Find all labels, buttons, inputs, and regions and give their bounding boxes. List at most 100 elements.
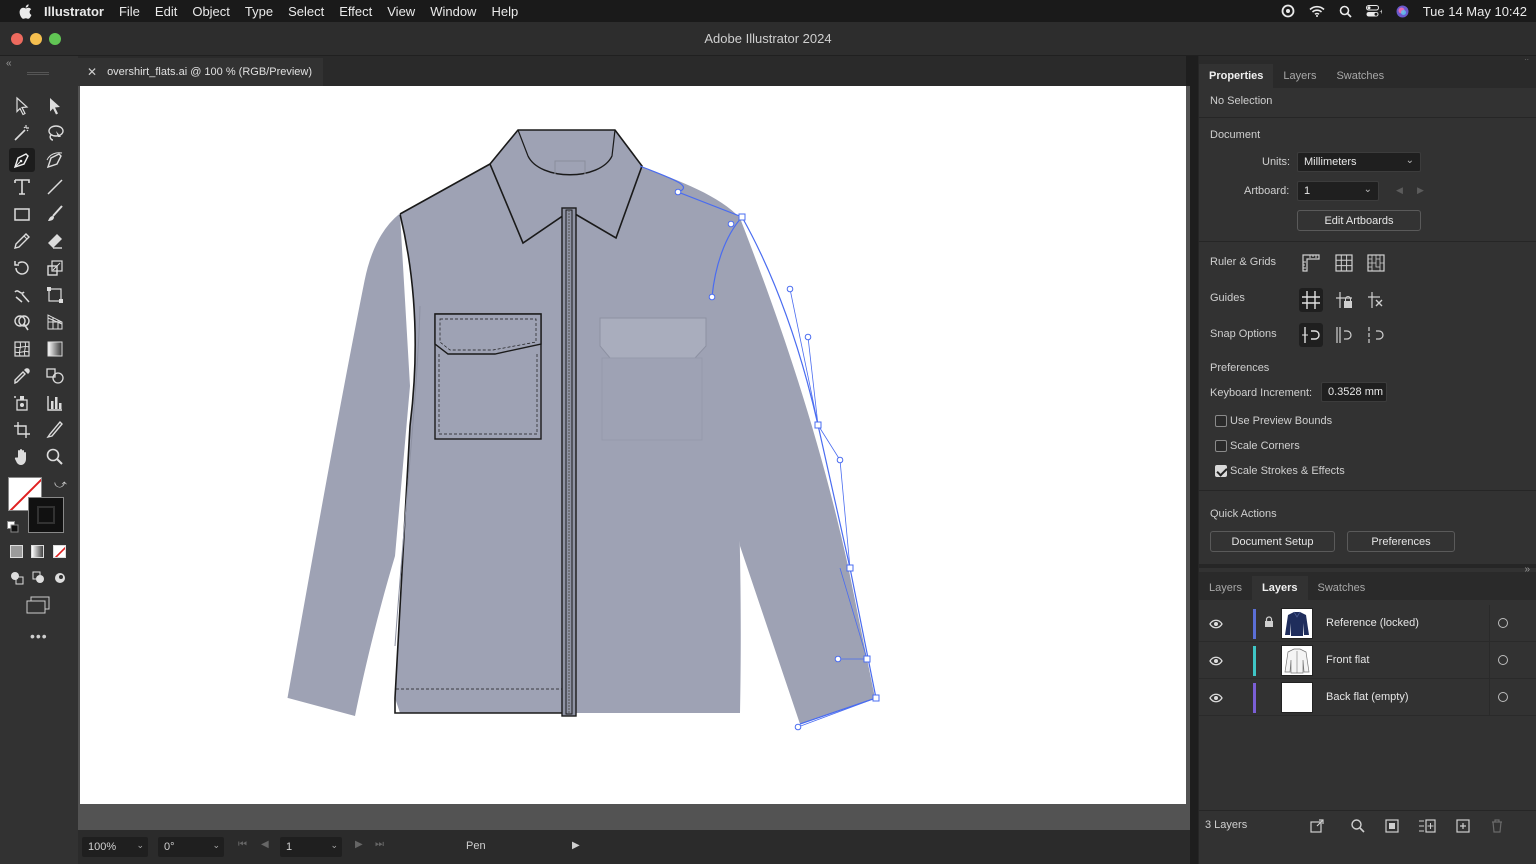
gradient-tool[interactable]: [42, 337, 68, 361]
ruler-icon[interactable]: [1301, 253, 1321, 278]
close-tab-icon[interactable]: ✕: [87, 65, 97, 79]
new-sublayer-icon[interactable]: [1418, 818, 1436, 839]
layer-row[interactable]: Back flat (empty): [1199, 679, 1536, 716]
maximize-window-button[interactable]: [49, 33, 61, 45]
new-layer-icon[interactable]: [1455, 818, 1471, 839]
spotlight-search-icon[interactable]: [1339, 5, 1352, 18]
previous-artboard-icon[interactable]: ◀: [261, 839, 269, 850]
visibility-eye-icon[interactable]: [1209, 690, 1223, 708]
color-mode-icon[interactable]: [10, 545, 23, 558]
shirt-flat[interactable]: [287, 129, 875, 724]
menu-view[interactable]: View: [387, 4, 415, 19]
target-circle-icon[interactable]: [1498, 692, 1508, 702]
menu-file[interactable]: File: [119, 4, 140, 19]
next-artboard-icon[interactable]: ▶: [355, 839, 363, 850]
rotation-field[interactable]: 0° ⌄: [158, 837, 224, 857]
eyedropper-tool[interactable]: [9, 364, 35, 388]
none-mode-icon[interactable]: [53, 545, 66, 558]
preferences-button[interactable]: Preferences: [1347, 531, 1455, 552]
edit-artboards-button[interactable]: Edit Artboards: [1297, 210, 1421, 231]
artboard[interactable]: [80, 86, 1186, 804]
pencil-tool[interactable]: [9, 229, 35, 253]
gradient-mode-icon[interactable]: [31, 545, 44, 558]
collapse-panel-icon[interactable]: «: [6, 58, 12, 69]
selection-tool[interactable]: [9, 94, 35, 118]
clipping-mask-icon[interactable]: [1384, 818, 1400, 839]
snap-to-point-icon[interactable]: [1299, 323, 1323, 347]
scale-corners-checkbox[interactable]: [1215, 440, 1227, 452]
curvature-tool[interactable]: [42, 148, 68, 172]
visibility-eye-icon[interactable]: [1209, 616, 1223, 634]
symbol-sprayer-tool[interactable]: [9, 391, 35, 415]
draw-inside-icon[interactable]: [53, 571, 67, 590]
paintbrush-tool[interactable]: [42, 202, 68, 226]
blend-tool[interactable]: [42, 364, 68, 388]
menu-app-name[interactable]: Illustrator: [44, 4, 104, 19]
creative-cloud-icon[interactable]: [1281, 4, 1295, 18]
close-window-button[interactable]: [11, 33, 23, 45]
last-artboard-icon[interactable]: ⏭: [375, 839, 384, 850]
tab-layers-secondary[interactable]: Layers: [1199, 576, 1252, 600]
previous-artboard-arrow-icon[interactable]: ◀: [1396, 185, 1403, 196]
layer-name[interactable]: Back flat (empty): [1326, 691, 1409, 703]
lock-guides-icon[interactable]: [1334, 290, 1354, 315]
document-setup-button[interactable]: Document Setup: [1210, 531, 1335, 552]
artboard-tool[interactable]: [9, 418, 35, 442]
lock-icon[interactable]: [1264, 615, 1274, 633]
snap-to-grid-icon[interactable]: [1334, 325, 1354, 350]
direct-selection-tool[interactable]: [42, 94, 68, 118]
document-tab[interactable]: ✕ overshirt_flats.ai @ 100 % (RGB/Previe…: [78, 58, 323, 86]
tab-layers-active[interactable]: Layers: [1252, 576, 1308, 600]
transparency-grid-icon[interactable]: [1366, 253, 1386, 278]
stroke-swatch[interactable]: [28, 497, 64, 533]
scale-strokes-checkbox[interactable]: [1215, 465, 1227, 477]
search-icon[interactable]: [1350, 818, 1366, 839]
siri-icon[interactable]: [1396, 5, 1409, 18]
layer-row[interactable]: Front flat: [1199, 642, 1536, 679]
layer-name[interactable]: Reference (locked): [1326, 617, 1419, 629]
show-guides-icon[interactable]: [1299, 288, 1323, 312]
menu-object[interactable]: Object: [192, 4, 230, 19]
scale-tool[interactable]: [42, 256, 68, 280]
swap-fill-stroke-icon[interactable]: ⤻: [54, 477, 67, 492]
column-graph-tool[interactable]: [42, 391, 68, 415]
eraser-tool[interactable]: [42, 229, 68, 253]
rotate-tool[interactable]: [9, 256, 35, 280]
tab-swatches[interactable]: Swatches: [1326, 64, 1394, 88]
menu-edit[interactable]: Edit: [155, 4, 177, 19]
hand-tool[interactable]: [9, 445, 35, 469]
smart-guides-icon[interactable]: [1366, 290, 1386, 315]
minimize-window-button[interactable]: [30, 33, 42, 45]
units-select[interactable]: Millimeters ⌄: [1297, 152, 1421, 172]
zoom-field[interactable]: 100% ⌄: [82, 837, 148, 857]
grid-icon[interactable]: [1334, 253, 1354, 278]
more-tools-icon[interactable]: •••: [30, 628, 48, 644]
mesh-tool[interactable]: [9, 337, 35, 361]
pen-tool[interactable]: [9, 148, 35, 172]
menu-window[interactable]: Window: [430, 4, 476, 19]
tab-layers[interactable]: Layers: [1273, 64, 1326, 88]
draw-normal-icon[interactable]: [10, 571, 24, 590]
menu-select[interactable]: Select: [288, 4, 324, 19]
rectangle-tool[interactable]: [9, 202, 35, 226]
panel-grip[interactable]: [27, 72, 49, 75]
visibility-eye-icon[interactable]: [1209, 653, 1223, 671]
artboard-field[interactable]: 1 ⌄: [280, 837, 342, 857]
default-fill-stroke-icon[interactable]: [7, 520, 19, 533]
warp-tool[interactable]: [9, 283, 35, 307]
lasso-tool[interactable]: [42, 121, 68, 145]
artboard-select[interactable]: 1 ⌄: [1297, 181, 1379, 201]
target-circle-icon[interactable]: [1498, 655, 1508, 665]
magic-wand-tool[interactable]: [9, 121, 35, 145]
zoom-tool[interactable]: [42, 445, 68, 469]
snap-to-pixel-icon[interactable]: [1366, 325, 1386, 350]
free-transform-tool[interactable]: [42, 283, 68, 307]
type-tool[interactable]: [9, 175, 35, 199]
keyboard-increment-input[interactable]: 0.3528 mm: [1321, 382, 1387, 402]
target-circle-icon[interactable]: [1498, 618, 1508, 628]
next-artboard-arrow-icon[interactable]: ▶: [1417, 185, 1424, 196]
status-menu-icon[interactable]: ▶: [572, 840, 580, 851]
use-preview-bounds-checkbox[interactable]: [1215, 415, 1227, 427]
layer-name[interactable]: Front flat: [1326, 654, 1369, 666]
left-chest-pocket[interactable]: [434, 313, 542, 440]
